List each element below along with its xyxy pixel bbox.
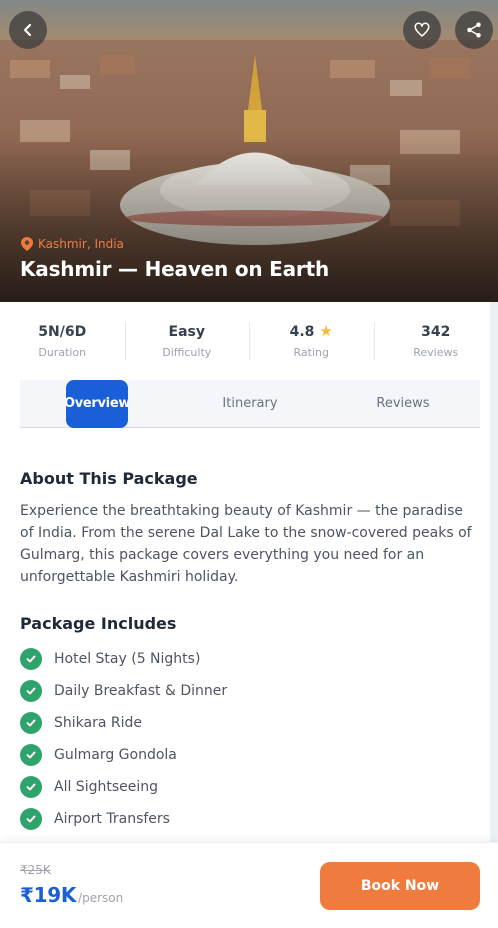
heart-icon (414, 22, 430, 37)
check-icon (20, 648, 42, 670)
stat-value-row: 4.8 ★ (290, 324, 333, 340)
check-icon (20, 680, 42, 702)
scrollbar[interactable] (490, 302, 498, 842)
stat-label: Duration (38, 345, 87, 359)
booking-bar: ₹25K ₹19K /person Book Now (0, 842, 498, 928)
location-label: Kashmir, India (21, 237, 124, 251)
location-text: Kashmir, India (38, 237, 124, 251)
list-item: Gulmarg Gondola (20, 739, 480, 771)
rating-value: 4.8 (289, 323, 315, 340)
current-price: ₹19K (20, 883, 77, 907)
includes-list: Hotel Stay (5 Nights) Daily Breakfast & … (20, 643, 480, 835)
about-heading: About This Package (20, 469, 198, 488)
package-title: Kashmir — Heaven on Earth (20, 257, 329, 281)
about-description: Experience the breathtaking beauty of Ka… (20, 503, 472, 585)
include-label: All Sightseeing (54, 779, 159, 795)
hero-banner: Kashmir, India Kashmir — Heaven on Earth (0, 0, 498, 302)
includes-heading: Package Includes (20, 614, 177, 633)
stat-label: Difficulty (162, 345, 212, 359)
stat-value: Easy (168, 323, 205, 340)
check-icon (20, 776, 42, 798)
stat-label: Reviews (413, 345, 459, 359)
stat-label: Rating (293, 345, 329, 359)
stat-reviews: 342 Reviews (373, 302, 498, 376)
price-row: ₹19K /person (20, 883, 123, 907)
tab-reviews[interactable]: Reviews (363, 380, 443, 428)
location-pin-icon (21, 237, 33, 251)
list-item: All Sightseeing (20, 771, 480, 803)
stat-difficulty: Easy Difficulty (124, 302, 250, 376)
price-unit: /person (78, 891, 124, 905)
chevron-left-icon (23, 23, 32, 37)
stat-value: 342 (421, 323, 451, 340)
list-item: Shikara Ride (20, 707, 480, 739)
stat-value: 5N/6D (38, 323, 87, 340)
tab-overview[interactable]: Overview (66, 379, 128, 428)
favorite-button[interactable] (403, 11, 441, 49)
include-label: Hotel Stay (5 Nights) (54, 651, 201, 667)
star-icon: ★ (319, 322, 333, 340)
list-item: Airport Transfers (20, 803, 480, 835)
list-item: Daily Breakfast & Dinner (20, 675, 480, 707)
include-label: Daily Breakfast & Dinner (54, 683, 228, 699)
share-icon (467, 22, 481, 38)
check-icon (20, 712, 42, 734)
back-button[interactable] (9, 11, 47, 49)
check-icon (20, 744, 42, 766)
include-label: Shikara Ride (54, 715, 142, 731)
book-now-button[interactable]: Book Now (320, 862, 480, 910)
include-label: Gulmarg Gondola (54, 747, 177, 763)
include-label: Airport Transfers (54, 811, 170, 827)
tab-itinerary[interactable]: Itinerary (210, 380, 290, 428)
tab-bar: Overview Itinerary Reviews (20, 379, 480, 428)
list-item: Hotel Stay (5 Nights) (20, 643, 480, 675)
original-price: ₹25K (20, 863, 51, 877)
stat-rating: 4.8 ★ Rating (249, 302, 374, 376)
stat-duration: 5N/6D Duration (0, 302, 125, 376)
share-button[interactable] (455, 11, 493, 49)
stats-row: 5N/6D Duration Easy Difficulty 4.8 ★ Rat… (0, 302, 498, 376)
check-icon (20, 808, 42, 830)
